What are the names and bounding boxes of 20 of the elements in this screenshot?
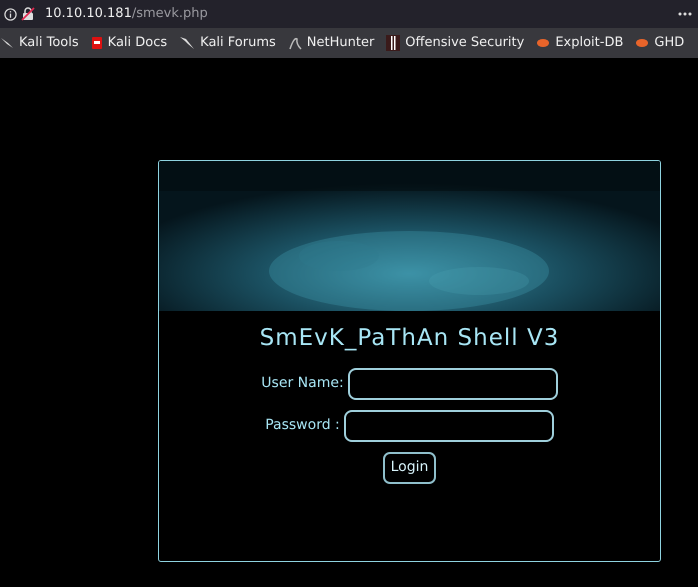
input-field[interactable] (344, 410, 554, 442)
input-field[interactable] (348, 368, 558, 400)
field-label: User Name: (261, 374, 344, 393)
info-icon (4, 8, 17, 20)
page-title: SmEvK_PaThAn Shell V3 (260, 324, 560, 353)
insecure-lock-icon (21, 7, 35, 21)
bookmark-link[interactable]: Exploit-DB (536, 33, 624, 53)
bookmark-link[interactable]: Kali Docs (90, 33, 168, 53)
field-label: Password : (265, 416, 340, 435)
bookmark-link[interactable]: Kali Forums (179, 33, 276, 53)
bookmark-link[interactable]: NetHunter (288, 33, 374, 53)
bookmark-link[interactable]: GHD (635, 33, 684, 53)
shark-fin-icon (288, 36, 302, 50)
more-icon[interactable] (678, 12, 692, 16)
book-icon (90, 36, 103, 50)
url-path: /smevk.php (132, 5, 208, 24)
login-button[interactable]: Login (382, 452, 436, 484)
bookmark-link[interactable]: Kali Tools (0, 33, 79, 53)
url-host: 10.10.10.181 (45, 5, 132, 24)
bookmark-link[interactable]: Offensive Security (386, 33, 524, 53)
